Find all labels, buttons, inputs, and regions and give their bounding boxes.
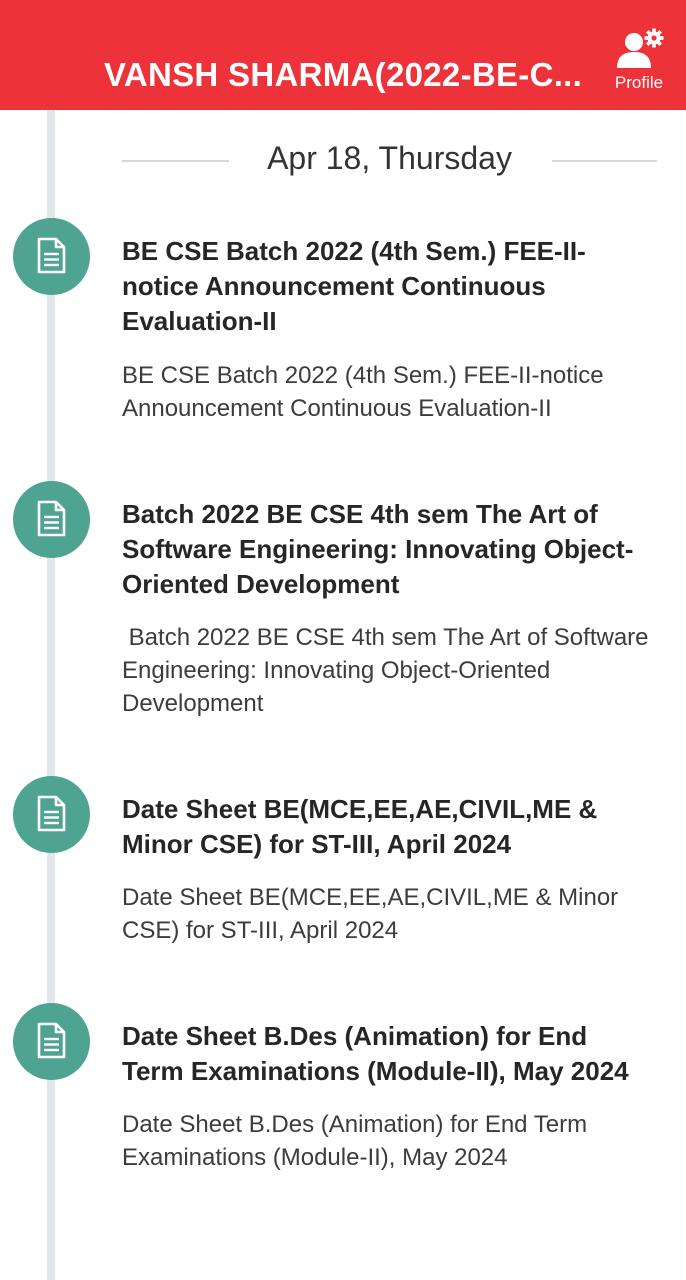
profile-label: Profile [614, 73, 664, 92]
document-icon [37, 1022, 66, 1059]
notice-title[interactable]: Batch 2022 BE CSE 4th sem The Art of Sof… [122, 497, 652, 602]
notice-title[interactable]: Date Sheet BE(MCE,EE,AE,CIVIL,ME & Minor… [122, 792, 652, 862]
notice-icon-button[interactable] [13, 218, 90, 295]
app-header: VANSH SHARMA(2022-BE-C... Profile [0, 0, 686, 110]
notice-title[interactable]: Date Sheet B.Des (Animation) for End Ter… [122, 1019, 652, 1089]
notice-description: Date Sheet BE(MCE,EE,AE,CIVIL,ME & Minor… [122, 884, 625, 944]
document-icon [37, 795, 66, 832]
user-name-title: VANSH SHARMA(2022-BE-C... [104, 56, 583, 93]
notice-icon-button[interactable] [13, 1003, 90, 1080]
notice-icon-button[interactable] [13, 776, 90, 853]
notice-description: Batch 2022 BE CSE 4th sem The Art of Sof… [122, 624, 656, 717]
notice-description: Date Sheet B.Des (Animation) for End Ter… [122, 1111, 594, 1171]
document-icon [37, 500, 66, 537]
notice-description: BE CSE Batch 2022 (4th Sem.) FEE-II-noti… [122, 362, 609, 422]
date-separator: Apr 18, Thursday [122, 138, 657, 182]
profile-button[interactable]: Profile [604, 26, 674, 98]
notice-icon-button[interactable] [13, 481, 90, 558]
user-gear-icon [617, 28, 664, 68]
date-label: Apr 18, Thursday [267, 140, 512, 176]
date-rule-right [552, 160, 657, 162]
notice-title[interactable]: BE CSE Batch 2022 (4th Sem.) FEE-II-noti… [122, 234, 652, 339]
document-icon [37, 237, 66, 274]
